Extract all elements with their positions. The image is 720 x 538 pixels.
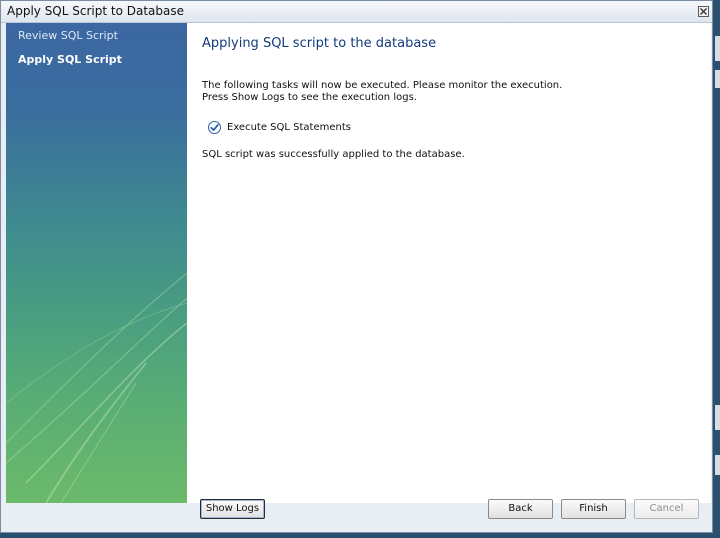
sidebar-item-review-sql-script[interactable]: Review SQL Script <box>18 29 118 42</box>
description: The following tasks will now be executed… <box>202 80 562 104</box>
decorative-swoosh <box>6 272 187 503</box>
sidebar-item-apply-sql-script[interactable]: Apply SQL Script <box>18 53 122 66</box>
background-mark <box>715 455 720 475</box>
background-strip <box>713 0 720 538</box>
checkmark-icon <box>208 120 221 134</box>
back-button[interactable]: Back <box>488 499 553 519</box>
wizard-content: Applying SQL script to the database The … <box>187 23 711 519</box>
close-button[interactable] <box>698 6 709 17</box>
description-line-1: The following tasks will now be executed… <box>202 80 563 91</box>
status-message: SQL script was successfully applied to t… <box>202 149 465 160</box>
close-icon <box>700 8 707 15</box>
show-logs-button[interactable]: Show Logs <box>200 499 265 519</box>
task-item: Execute SQL Statements <box>208 120 351 134</box>
task-label: Execute SQL Statements <box>227 121 351 133</box>
finish-button[interactable]: Finish <box>561 499 626 519</box>
background-mark <box>715 70 720 88</box>
back-label: Back <box>508 503 533 514</box>
finish-label: Finish <box>579 503 608 514</box>
description-line-2: Press Show Logs to see the execution log… <box>202 92 417 103</box>
window-title: Apply SQL Script to Database <box>7 4 184 18</box>
background-mark <box>715 36 720 61</box>
dialog-window: Apply SQL Script to Database Review SQL … <box>0 0 713 533</box>
cancel-button[interactable]: Cancel <box>634 499 699 519</box>
cancel-label: Cancel <box>649 503 684 514</box>
title-bar[interactable]: Apply SQL Script to Database <box>1 1 712 23</box>
wizard-sidebar: Review SQL Script Apply SQL Script <box>6 23 187 503</box>
page-title: Applying SQL script to the database <box>202 36 437 51</box>
background-mark <box>715 405 720 430</box>
show-logs-label: Show Logs <box>205 503 260 514</box>
